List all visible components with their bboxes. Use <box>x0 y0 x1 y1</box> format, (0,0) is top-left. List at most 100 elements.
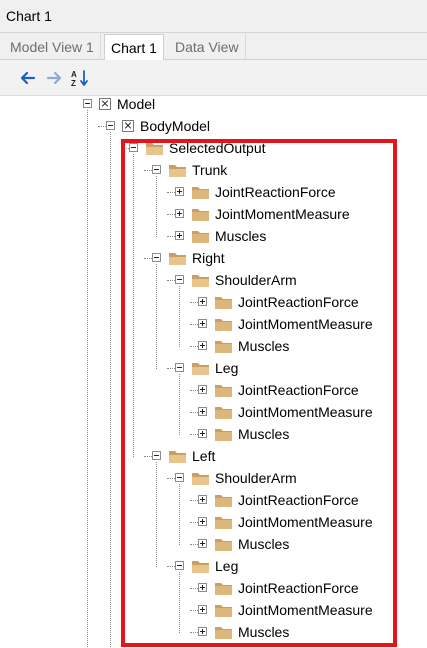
tree-node-label: JointReactionForce <box>238 580 359 596</box>
tree-node-label: JointMomentMeasure <box>238 404 373 420</box>
tree-node-label: JointMomentMeasure <box>238 514 373 530</box>
collapse-minus-icon[interactable] <box>106 121 115 130</box>
expand-plus-icon[interactable] <box>198 605 207 614</box>
tree-node-label: JointMomentMeasure <box>238 602 373 618</box>
folder-icon <box>215 605 232 617</box>
arrow-left-icon[interactable] <box>18 68 38 88</box>
collapse-minus-icon[interactable] <box>129 143 138 152</box>
tree-node-trunk-item[interactable]: JointMomentMeasure <box>0 204 427 226</box>
tree-node-left-leg-item[interactable]: JointMomentMeasure <box>0 600 427 622</box>
tree-node-left-leg[interactable]: Leg <box>0 556 427 578</box>
tree-node-bodymodel[interactable]: BodyModel <box>0 116 427 138</box>
expand-plus-icon[interactable] <box>198 583 207 592</box>
folder-open-icon <box>169 451 186 463</box>
collapse-minus-icon[interactable] <box>175 363 184 372</box>
folder-icon <box>215 627 232 639</box>
expand-plus-icon[interactable] <box>198 385 207 394</box>
folder-icon <box>215 583 232 595</box>
tree-node-label: JointReactionForce <box>238 492 359 508</box>
tree-node-right-leg-item[interactable]: JointReactionForce <box>0 380 427 402</box>
expand-plus-icon[interactable] <box>198 627 207 636</box>
expand-plus-icon[interactable] <box>175 209 184 218</box>
folder-icon <box>192 187 209 199</box>
collapse-minus-icon[interactable] <box>152 165 161 174</box>
folder-open-icon <box>192 363 209 375</box>
tree-node-right-shoulder-arm-item[interactable]: Muscles <box>0 336 427 358</box>
tree-node-label: Muscles <box>215 228 267 244</box>
tree-node-label: JointReactionForce <box>238 382 359 398</box>
tree-node-right-leg-item[interactable]: Muscles <box>0 424 427 446</box>
tree-node-left-shoulder-arm-item[interactable]: Muscles <box>0 534 427 556</box>
tab-chart-1[interactable]: Chart 1 <box>104 34 164 61</box>
expand-plus-icon[interactable] <box>175 231 184 240</box>
tree-node-label: Muscles <box>238 426 290 442</box>
tree-node-left-leg-item[interactable]: Muscles <box>0 622 427 644</box>
folder-icon <box>215 341 232 353</box>
collapse-minus-icon[interactable] <box>83 99 92 108</box>
expand-plus-icon[interactable] <box>198 407 207 416</box>
arrow-right-icon[interactable] <box>44 68 64 88</box>
collapse-minus-icon[interactable] <box>175 473 184 482</box>
folder-icon <box>215 407 232 419</box>
tree-node-left-shoulder-arm-item[interactable]: JointReactionForce <box>0 490 427 512</box>
expand-plus-icon[interactable] <box>175 187 184 196</box>
collapse-minus-icon[interactable] <box>175 275 184 284</box>
window-title: Chart 1 <box>6 8 52 24</box>
tree-node-label: JointMomentMeasure <box>215 206 350 222</box>
tree-node-right-shoulder-arm-item[interactable]: JointReactionForce <box>0 292 427 314</box>
sort-az-icon[interactable]: A Z <box>70 68 90 88</box>
collapse-minus-icon[interactable] <box>152 451 161 460</box>
tab-bar: Model View 1 Chart 1 Data View <box>0 33 427 61</box>
folder-icon <box>215 495 232 507</box>
tree-node-label: Model <box>117 96 156 112</box>
tree-node-label: BodyModel <box>140 118 211 134</box>
expand-plus-icon[interactable] <box>198 495 207 504</box>
tab-model-view-1[interactable]: Model View 1 <box>4 34 101 60</box>
tree-node-label: SelectedOutput <box>169 140 266 156</box>
folder-icon <box>215 319 232 331</box>
folder-icon <box>215 429 232 441</box>
expand-plus-icon[interactable] <box>198 297 207 306</box>
tree-node-right-shoulder-arm-item[interactable]: JointMomentMeasure <box>0 314 427 336</box>
tree-node-left-shoulder-arm-item[interactable]: JointMomentMeasure <box>0 512 427 534</box>
folder-open-icon <box>192 561 209 573</box>
folder-open-icon <box>169 253 186 265</box>
folder-icon <box>192 231 209 243</box>
tree-node-label: Muscles <box>238 536 290 552</box>
expand-plus-icon[interactable] <box>198 341 207 350</box>
tree-node-left-shoulder-arm[interactable]: ShoulderArm <box>0 468 427 490</box>
expand-plus-icon[interactable] <box>198 539 207 548</box>
folder-icon <box>215 539 232 551</box>
tree-node-right-leg-item[interactable]: JointMomentMeasure <box>0 402 427 424</box>
tree-node-label: Muscles <box>238 338 290 354</box>
tree-node-right[interactable]: Right <box>0 248 427 270</box>
tree-node-selectedoutput[interactable]: SelectedOutput <box>0 138 427 160</box>
model-tree[interactable]: Model BodyModel SelectedOutput Trunk JointRe… <box>0 96 427 648</box>
model-object-icon <box>122 120 134 132</box>
tab-data-view[interactable]: Data View <box>169 34 246 60</box>
folder-open-icon <box>146 143 163 155</box>
tree-node-trunk[interactable]: Trunk <box>0 160 427 182</box>
tree-node-label: Leg <box>215 558 239 574</box>
tree-node-trunk-item[interactable]: Muscles <box>0 226 427 248</box>
expand-plus-icon[interactable] <box>198 429 207 438</box>
tree-node-left[interactable]: Left <box>0 446 427 468</box>
collapse-minus-icon[interactable] <box>152 253 161 262</box>
tree-node-right-leg[interactable]: Leg <box>0 358 427 380</box>
tree-node-label: JointMomentMeasure <box>238 316 373 332</box>
tree-node-label: Muscles <box>238 624 290 640</box>
tree-node-right-shoulder-arm[interactable]: ShoulderArm <box>0 270 427 292</box>
tree-node-left-leg-item[interactable]: JointReactionForce <box>0 578 427 600</box>
collapse-minus-icon[interactable] <box>175 561 184 570</box>
tree-node-trunk-item[interactable]: JointReactionForce <box>0 182 427 204</box>
tree-node-label: Right <box>192 250 225 266</box>
expand-plus-icon[interactable] <box>198 319 207 328</box>
window-titlebar: Chart 1 <box>0 0 427 33</box>
folder-open-icon <box>169 165 186 177</box>
folder-icon <box>215 385 232 397</box>
toolbar: A Z <box>0 60 427 96</box>
folder-open-icon <box>192 275 209 287</box>
tree-node-label: Left <box>192 448 216 464</box>
expand-plus-icon[interactable] <box>198 517 207 526</box>
tree-node-model[interactable]: Model <box>0 96 427 116</box>
